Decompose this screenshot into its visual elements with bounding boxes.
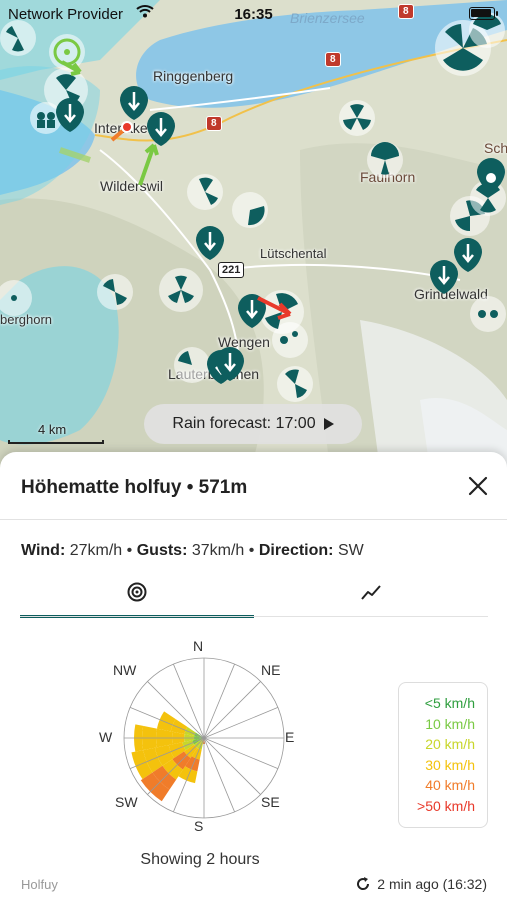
- play-icon: [323, 418, 334, 430]
- last-updated: 2 min ago (16:32): [377, 876, 487, 892]
- direction-value: SW: [337, 542, 364, 559]
- station-marker: [159, 268, 203, 312]
- wind-speed-legend: <5 km/h 10 km/h 20 km/h 30 km/h 40 km/h …: [398, 682, 488, 828]
- direction-label-w: W: [99, 729, 113, 745]
- station-detail-sheet: Höhematte holfuy • 571m Wind: 27km/h • G…: [0, 452, 507, 900]
- wind-summary: Wind: 27km/h • Gusts: 37km/h • Direction…: [21, 542, 364, 560]
- direction-label-s: S: [194, 818, 204, 834]
- arrow-pin: [56, 98, 84, 132]
- arrow-pin: [430, 260, 458, 294]
- legend-item: 40 km/h: [425, 777, 475, 793]
- direction-label-nw: NW: [113, 662, 137, 678]
- map-view[interactable]: Brienzersee Ringgenberg Interlaken Wilde…: [0, 0, 507, 470]
- legend-item: 20 km/h: [425, 736, 475, 752]
- legend-item: 10 km/h: [425, 715, 475, 732]
- arrow-pin: [196, 226, 224, 260]
- time-range-label: Showing 2 hours: [140, 851, 260, 868]
- arrow-pin: [120, 86, 148, 120]
- wind-arrow: [138, 143, 159, 186]
- tab-wind-rose[interactable]: [20, 572, 254, 618]
- gusts-value: 37km/h: [191, 542, 245, 559]
- map-scale: 4 km: [8, 422, 104, 444]
- direction-label-ne: NE: [261, 662, 281, 678]
- station-marker: [187, 174, 223, 210]
- tab-chart[interactable]: [254, 572, 488, 618]
- station-title: Höhematte holfuy • 571m: [21, 477, 248, 498]
- battery-icon: [469, 7, 498, 20]
- rose-spoke: [203, 737, 261, 795]
- header-divider: [0, 519, 507, 520]
- close-icon[interactable]: [466, 474, 490, 498]
- separator: •: [248, 542, 255, 559]
- wind-value: 27km/h: [69, 542, 123, 559]
- tabs-divider: [20, 616, 488, 617]
- legend-item: <5 km/h: [424, 695, 475, 711]
- direction-label: Direction:: [258, 542, 334, 559]
- selected-station-dot: [121, 121, 133, 133]
- rain-forecast-label: Rain forecast: 17:00: [172, 415, 316, 432]
- view-tabs: [20, 572, 488, 618]
- refresh-icon[interactable]: [355, 876, 371, 892]
- rain-forecast-button[interactable]: Rain forecast: 17:00: [144, 404, 362, 444]
- line-chart-icon: [361, 585, 381, 600]
- station-marker: [0, 280, 32, 316]
- station-marker: [470, 296, 506, 332]
- legend-item: 30 km/h: [425, 756, 475, 773]
- data-source: Holfuy: [21, 877, 58, 892]
- arrow-pin: [454, 238, 482, 272]
- refresh-status[interactable]: 2 min ago (16:32): [355, 876, 487, 892]
- station-markers: [0, 12, 506, 402]
- wind-label: Wind:: [21, 542, 66, 559]
- rose-spoke: [203, 681, 261, 739]
- status-bar: Network Provider 16:35: [0, 0, 507, 28]
- station-marker: [97, 274, 133, 310]
- direction-label-e: E: [285, 729, 295, 745]
- wind-rose-icon: [127, 582, 147, 602]
- station-marker: [277, 366, 313, 402]
- legend-item: >50 km/h: [417, 797, 475, 814]
- separator: •: [126, 542, 133, 559]
- arrow-pin: [147, 112, 175, 146]
- gusts-label: Gusts:: [136, 542, 188, 559]
- station-marker: [174, 347, 210, 383]
- direction-label-se: SE: [261, 794, 280, 810]
- clock: 16:35: [234, 6, 273, 23]
- station-marker: [339, 100, 375, 136]
- scale-label: 4 km: [38, 422, 67, 437]
- station-marker: [367, 142, 403, 178]
- scale-bar: [8, 440, 104, 444]
- station-marker: [232, 192, 268, 228]
- direction-label-sw: SW: [115, 794, 138, 810]
- direction-label-n: N: [193, 638, 204, 654]
